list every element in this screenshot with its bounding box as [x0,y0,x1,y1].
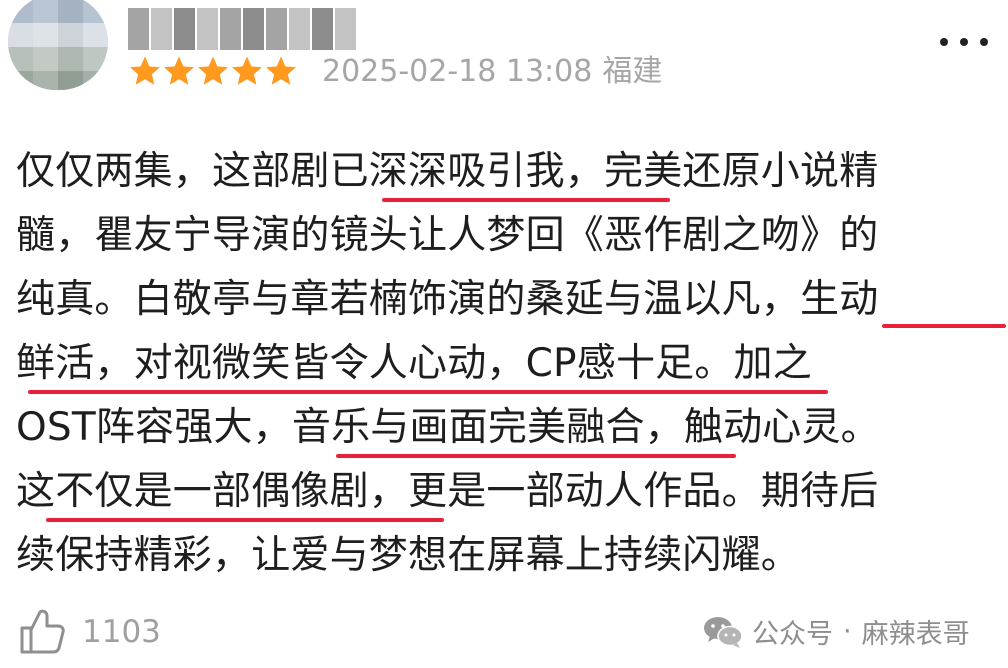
highlight-underline [46,518,444,522]
review-line-text: OST阵容强大，音乐与画面完美融合，触动心灵。 [16,405,880,450]
review-line-text: 仅仅两集，这部剧已深深吸引我，完美还原小说精 [16,149,879,194]
watermark: 公众号 · 麻辣表哥 [702,612,970,651]
highlight-underline [336,454,736,458]
review-line: 髓，瞿友宁导演的镜头让人梦回《恶作剧之吻》的 [16,204,996,268]
avatar[interactable] [8,0,108,90]
more-dots-icon-dot [960,38,968,46]
wechat-icon [704,616,743,648]
more-dots-icon [940,38,948,46]
review-line-text: 鲜活，对视微笑皆令人心动，CP感十足。加之 [16,341,812,386]
more-dots-icon-dot [980,38,988,46]
review-line: 续保持精彩，让爱与梦想在屏幕上持续闪耀。 [16,524,996,588]
watermark-separator: · [843,616,852,647]
review-line-text: 纯真。白敬亭与章若楠饰演的桑延与温以凡，生动 [16,277,879,322]
review-line: 仅仅两集，这部剧已深深吸引我，完美还原小说精 [16,140,996,204]
review-line: 这不仅是一部偶像剧，更是一部动人作品。期待后 [16,460,996,524]
avatar-mosaic [8,0,108,90]
like-button[interactable]: 1103 [16,606,161,658]
review-line: OST阵容强大，音乐与画面完美融合，触动心灵。 [16,396,996,460]
star-icon [266,56,296,85]
star-icon [232,56,262,85]
more-options-button[interactable] [940,30,988,54]
review-body: 仅仅两集，这部剧已深深吸引我，完美还原小说精 髓，瞿友宁导演的镜头让人梦回《恶作… [16,140,1006,588]
review-card: █████ 2025-02-18 13:08 福建 仅仅两集，这部剧已深深吸引我，… [0,0,1008,668]
username-blurred[interactable]: █████ [128,8,356,50]
review-meta: 2025-02-18 13:08 福建 [322,52,662,92]
review-line-text: 髓，瞿友宁导演的镜头让人梦回《恶作剧之吻》的 [16,213,879,258]
like-count: 1103 [82,614,161,650]
highlight-underline [382,198,670,202]
review-line-text: 续保持精彩，让爱与梦想在屏幕上持续闪耀。 [16,533,801,578]
highlight-underline [28,390,828,394]
thumb-up-icon [20,609,65,654]
review-location: 福建 [602,54,663,89]
star-icon [198,56,228,85]
star-icon [164,56,194,85]
highlight-underline [882,324,1006,328]
review-line: 鲜活，对视微笑皆令人心动，CP感十足。加之 [16,332,996,396]
watermark-account: 麻辣表哥 [861,619,970,650]
watermark-source: 公众号 [752,619,833,650]
review-date: 2025-02-18 13:08 [322,54,593,89]
review-line-text: 这不仅是一部偶像剧，更是一部动人作品。期待后 [16,469,879,514]
star-icon [130,56,160,85]
review-line: 纯真。白敬亭与章若楠饰演的桑延与温以凡，生动 [16,268,1006,332]
star-rating [128,54,298,88]
